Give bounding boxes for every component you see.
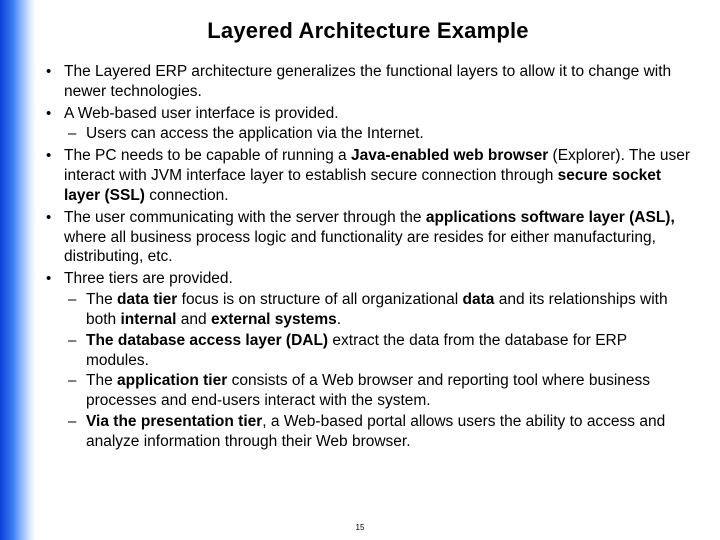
sub-bullet-item: The data tier focus is on structure of a… xyxy=(64,290,692,330)
bullet-item: A Web-based user interface is provided. … xyxy=(44,104,692,145)
bold-text: The database access layer (DAL) xyxy=(86,332,328,349)
bullet-item: Three tiers are provided. The data tier … xyxy=(44,269,692,451)
bullet-item: The PC needs to be capable of running a … xyxy=(44,146,692,205)
bold-text: application tier xyxy=(117,372,227,389)
sub-bullet-list: Users can access the application via the… xyxy=(64,124,692,144)
sub-bullet-item: Users can access the application via the… xyxy=(64,124,692,144)
sub-bullet-text: The xyxy=(86,291,117,308)
bullet-text: A Web-based user interface is provided. xyxy=(64,105,339,122)
bullet-list: The Layered ERP architecture generalizes… xyxy=(44,62,692,452)
sub-bullet-text: Users can access the application via the… xyxy=(86,125,424,142)
bold-text: Java-enabled web browser xyxy=(351,147,548,164)
sub-bullet-list: The data tier focus is on structure of a… xyxy=(64,290,692,452)
sub-bullet-item: Via the presentation tier, a Web-based p… xyxy=(64,412,692,452)
bullet-text: connection. xyxy=(145,187,229,204)
bullet-text: The Layered ERP architecture generalizes… xyxy=(64,63,671,100)
bullet-text: The user communicating with the server t… xyxy=(64,209,426,226)
bullet-item: The user communicating with the server t… xyxy=(44,208,692,267)
slide-body: Layered Architecture Example The Layered… xyxy=(0,0,720,540)
sub-bullet-item: The database access layer (DAL) extract … xyxy=(64,331,692,371)
bold-text: applications software layer (ASL), xyxy=(426,209,675,226)
slide-title: Layered Architecture Example xyxy=(44,18,692,44)
sub-bullet-item: The application tier consists of a Web b… xyxy=(64,371,692,411)
bold-text: data tier xyxy=(117,291,177,308)
bold-text: data xyxy=(463,291,495,308)
sub-bullet-text: The xyxy=(86,372,117,389)
bold-text: internal xyxy=(120,311,176,328)
sub-bullet-text: . xyxy=(337,311,341,328)
page-number: 15 xyxy=(0,523,720,532)
bold-text: external systems xyxy=(211,311,337,328)
sub-bullet-text: and xyxy=(176,311,210,328)
bullet-text: Three tiers are provided. xyxy=(64,270,233,287)
sub-bullet-text: focus is on structure of all organizatio… xyxy=(177,291,462,308)
bullet-item: The Layered ERP architecture generalizes… xyxy=(44,62,692,102)
bold-text: Via the presentation tier xyxy=(86,413,262,430)
bullet-text: where all business process logic and fun… xyxy=(64,229,656,266)
bullet-text: The PC needs to be capable of running a xyxy=(64,147,351,164)
